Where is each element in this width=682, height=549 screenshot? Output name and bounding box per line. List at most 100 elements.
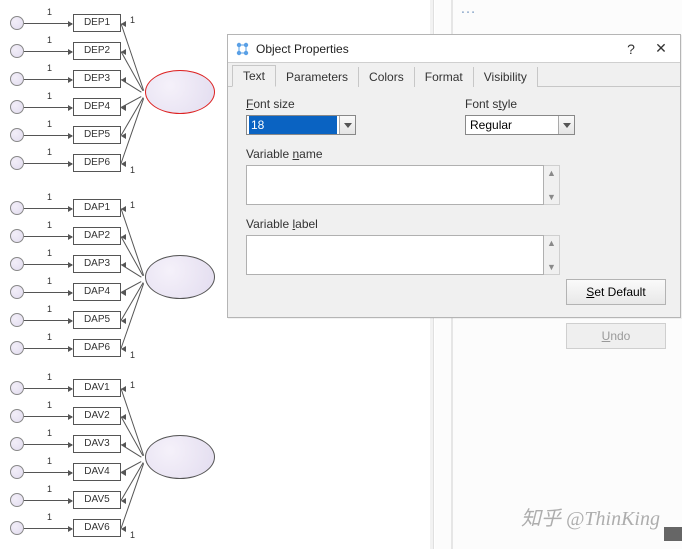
error-term[interactable]: [10, 437, 24, 451]
error-term[interactable]: [10, 156, 24, 170]
observed-variable[interactable]: DAV5: [73, 491, 121, 509]
latent-variable[interactable]: [145, 255, 215, 299]
error-term[interactable]: [10, 409, 24, 423]
observed-variable[interactable]: DEP4: [73, 98, 121, 116]
observed-variable[interactable]: DAP6: [73, 339, 121, 357]
observed-variable[interactable]: DAV6: [73, 519, 121, 537]
observed-variable[interactable]: DAP1: [73, 199, 121, 217]
arrowhead-icon: [121, 442, 126, 448]
font-size-value[interactable]: 18: [249, 116, 337, 134]
indicator-row: 1 DAV6: [10, 515, 220, 543]
scrollbar[interactable]: ▲▼: [544, 165, 560, 205]
error-term[interactable]: [10, 72, 24, 86]
scrollbar[interactable]: ▲▼: [544, 235, 560, 275]
error-term[interactable]: [10, 100, 24, 114]
variable-name-input[interactable]: [246, 165, 544, 205]
path-weight: 1: [47, 147, 52, 157]
path-weight: 1: [47, 428, 52, 438]
observed-variable[interactable]: DEP6: [73, 154, 121, 172]
arrowhead-icon: [121, 21, 126, 27]
observed-variable[interactable]: DAP3: [73, 255, 121, 273]
error-term[interactable]: [10, 341, 24, 355]
path-weight: 1: [47, 91, 52, 101]
dialog-titlebar[interactable]: Object Properties ? ✕: [228, 35, 680, 63]
chevron-down-icon[interactable]: [558, 116, 574, 134]
observed-variable[interactable]: DAV2: [73, 407, 121, 425]
path-arrow: [24, 472, 72, 473]
indicator-row: 1 DAV5: [10, 487, 220, 515]
error-term[interactable]: [10, 229, 24, 243]
indicator-row: 1DAP2: [10, 223, 220, 251]
path-arrow: [24, 264, 72, 265]
error-term[interactable]: [10, 128, 24, 142]
error-term[interactable]: [10, 44, 24, 58]
path-weight: 1: [47, 456, 52, 466]
arrowhead-icon: [121, 414, 126, 420]
error-term[interactable]: [10, 257, 24, 271]
error-term[interactable]: [10, 381, 24, 395]
observed-variable[interactable]: DEP2: [73, 42, 121, 60]
error-term[interactable]: [10, 313, 24, 327]
tab-visibility[interactable]: Visibility: [474, 67, 538, 87]
path-weight: 1: [130, 350, 135, 360]
arrowhead-icon: [121, 318, 126, 324]
error-term[interactable]: [10, 201, 24, 215]
undo-button: Undo: [566, 323, 666, 349]
path-weight: 1: [47, 484, 52, 494]
observed-variable[interactable]: DEP3: [73, 70, 121, 88]
observed-variable[interactable]: DAP5: [73, 311, 121, 329]
set-default-button[interactable]: Set Default: [566, 279, 666, 305]
observed-variable[interactable]: DAV4: [73, 463, 121, 481]
arrowhead-icon: [121, 262, 126, 268]
error-term[interactable]: [10, 465, 24, 479]
observed-variable[interactable]: DAP4: [73, 283, 121, 301]
path-arrow: [24, 107, 72, 108]
tab-format[interactable]: Format: [415, 67, 474, 87]
path-arrow: [24, 500, 72, 501]
indicator-row: 1DAP1: [10, 195, 220, 223]
observed-variable[interactable]: DEP5: [73, 126, 121, 144]
indicator-row: 1 DEP6: [10, 150, 220, 178]
path-arrow: [24, 51, 72, 52]
arrowhead-icon: [121, 470, 126, 476]
error-term[interactable]: [10, 285, 24, 299]
path-arrow: [24, 320, 72, 321]
indicator-row: 1 DAP6: [10, 335, 220, 363]
latent-variable[interactable]: [145, 70, 215, 114]
indicator-row: 1DEP5: [10, 122, 220, 150]
dialog-title: Object Properties: [256, 42, 616, 56]
error-term[interactable]: [10, 16, 24, 30]
chevron-down-icon[interactable]: [339, 116, 355, 134]
tab-colors[interactable]: Colors: [359, 67, 415, 87]
arrowhead-icon: [121, 290, 126, 296]
font-style-value[interactable]: Regular: [468, 116, 556, 134]
indicator-row: 1DEP2: [10, 38, 220, 66]
variable-label-input[interactable]: [246, 235, 544, 275]
path-arrow: [24, 388, 72, 389]
tab-text[interactable]: Text: [232, 65, 276, 87]
right-shape-handle: …: [460, 0, 520, 10]
observed-variable[interactable]: DAV3: [73, 435, 121, 453]
label-variable-name: Variable name: [246, 147, 666, 161]
indicator-group: 1DEP11DEP21DEP31DEP41DEP51DEP611: [10, 10, 220, 178]
indicator-row: 1DAP5: [10, 307, 220, 335]
arrowhead-icon: [121, 498, 126, 504]
font-size-combo[interactable]: 18: [246, 115, 356, 135]
observed-variable[interactable]: DAP2: [73, 227, 121, 245]
path-arrow: [24, 528, 72, 529]
font-style-combo[interactable]: Regular: [465, 115, 575, 135]
error-term[interactable]: [10, 521, 24, 535]
indicator-row: 1DEP1: [10, 10, 220, 38]
path-arrow: [24, 236, 72, 237]
latent-variable[interactable]: [145, 435, 215, 479]
error-term[interactable]: [10, 493, 24, 507]
arrowhead-icon: [121, 526, 126, 532]
arrowhead-icon: [121, 49, 126, 55]
path-arrow: [24, 348, 72, 349]
path-weight: 1: [47, 512, 52, 522]
observed-variable[interactable]: DEP1: [73, 14, 121, 32]
close-button[interactable]: ✕: [646, 39, 676, 59]
observed-variable[interactable]: DAV1: [73, 379, 121, 397]
help-button[interactable]: ?: [616, 39, 646, 59]
tab-parameters[interactable]: Parameters: [276, 67, 359, 87]
